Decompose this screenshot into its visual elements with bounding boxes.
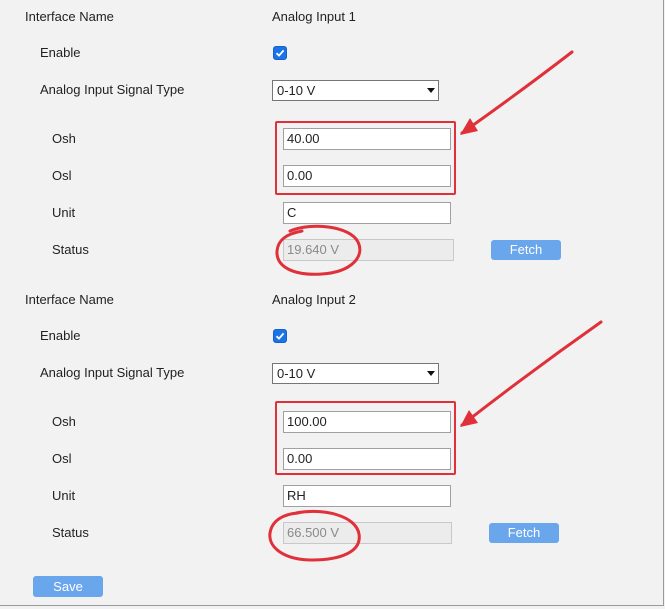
- enable-label-2: Enable: [40, 328, 81, 343]
- osl-label-2: Osl: [52, 451, 72, 466]
- enable-checkbox-1[interactable]: [273, 46, 287, 60]
- unit-label-1: Unit: [52, 205, 76, 220]
- check-icon: [275, 49, 285, 57]
- status-label-2: Status: [52, 525, 89, 540]
- fetch-button-1[interactable]: Fetch: [491, 240, 561, 260]
- osh-label-2: Osh: [52, 414, 76, 429]
- interface-name-value-1: Analog Input 1: [272, 9, 356, 24]
- unit-input-1[interactable]: C: [283, 202, 451, 224]
- signal-type-value-2: 0-10 V: [277, 366, 316, 381]
- osl-label-1: Osl: [52, 168, 72, 183]
- unit-label-2: Unit: [52, 488, 76, 503]
- signal-type-label-2: Analog Input Signal Type: [40, 365, 185, 380]
- fetch-button-2[interactable]: Fetch: [489, 523, 559, 543]
- interface-name-label-2: Interface Name: [25, 292, 114, 307]
- highlight-box-2: [275, 401, 456, 475]
- signal-type-select-2[interactable]: 0-10 V: [272, 363, 439, 384]
- unit-input-2[interactable]: RH: [283, 485, 451, 507]
- enable-label-1: Enable: [40, 45, 81, 60]
- signal-type-select-1[interactable]: 0-10 V: [272, 80, 439, 101]
- signal-type-label-1: Analog Input Signal Type: [40, 82, 185, 97]
- check-icon: [275, 332, 285, 340]
- save-button[interactable]: Save: [33, 576, 103, 597]
- triangle-down-icon: [424, 364, 438, 383]
- signal-type-value-1: 0-10 V: [277, 83, 316, 98]
- status-display-1: 19.640 V: [283, 239, 454, 261]
- interface-name-value-2: Analog Input 2: [272, 292, 356, 307]
- status-display-2: 66.500 V: [283, 522, 452, 544]
- highlight-box-1: [275, 121, 456, 195]
- enable-checkbox-2[interactable]: [273, 329, 287, 343]
- osh-label-1: Osh: [52, 131, 76, 146]
- triangle-down-icon: [424, 81, 438, 100]
- interface-name-label-1: Interface Name: [25, 9, 114, 24]
- status-label-1: Status: [52, 242, 89, 257]
